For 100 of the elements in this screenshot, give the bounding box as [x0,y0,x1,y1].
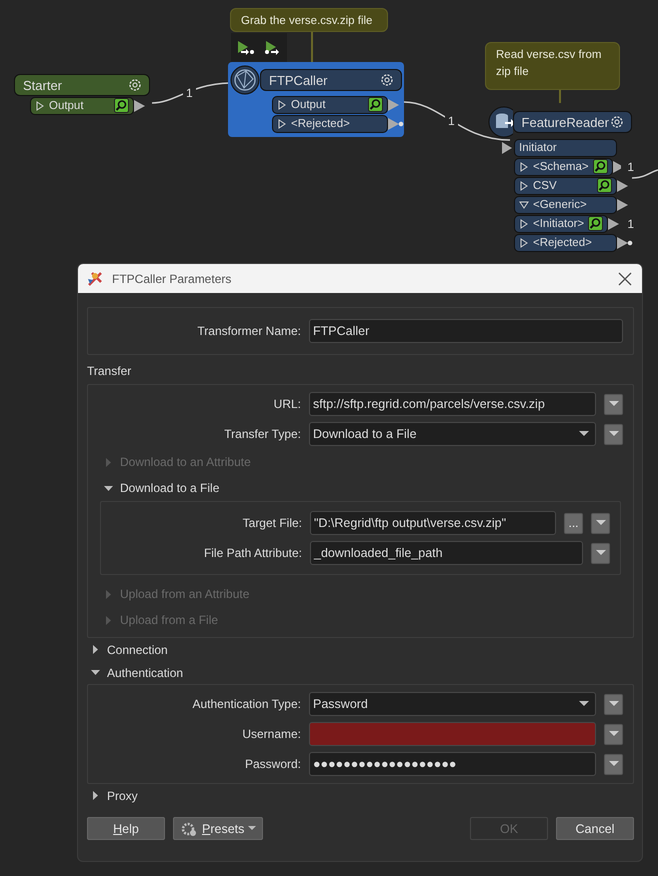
app-icon [86,270,104,288]
parameter-menu-button[interactable] [591,512,610,534]
field-label: Transformer Name: [196,324,301,338]
input-port[interactable]: Initiator [514,138,617,156]
output-port[interactable]: CSV [514,176,617,194]
collapsed-triangle-icon [104,616,113,624]
collapsed-triangle-icon[interactable] [35,100,45,110]
field-label: URL: [272,397,301,411]
field-label: File Path Attribute: [202,546,302,560]
run-to-icon[interactable] [235,40,255,56]
field-label: Target File: [242,516,302,530]
collapsed-triangle-icon[interactable] [519,218,529,228]
port-label: <Rejected> [533,236,593,248]
section-toggle[interactable]: Connection [87,638,634,661]
output-port[interactable]: <Rejected> [272,114,388,132]
output-port[interactable]: <Schema> [514,158,613,176]
port-label: <Generic> [533,198,588,210]
output-port[interactable]: <Initiator> [514,214,608,232]
close-icon[interactable] [618,272,632,286]
output-port[interactable]: <Generic> [514,196,617,214]
dropdown[interactable]: Download to a File [309,422,596,446]
port-label: <Rejected> [291,118,351,130]
section-toggle[interactable]: Download to a File [88,475,633,501]
caret-icon [579,431,589,437]
caret-icon [608,761,618,767]
output-arrow-icon [608,218,622,230]
node-header[interactable]: FTPCaller [260,69,402,91]
node-title: Starter [23,78,62,92]
collapsed-triangle-icon[interactable] [519,238,529,248]
annotation[interactable]: Grab the verse.csv.zip file [230,8,388,32]
parameter-menu-button[interactable] [604,754,623,774]
node-title: FTPCaller [269,72,328,88]
caret-icon [608,731,618,737]
input-field[interactable]: ●●●●●●●●●●●●●●●●●●● [309,752,596,776]
collapsed-triangle-icon [91,791,100,800]
connection-line [632,169,658,179]
field-label: Transfer Type: [223,427,301,441]
feature-count: 1 [627,160,634,174]
output-port[interactable]: <Rejected> [514,234,617,252]
dialog-button[interactable]: Cancel [556,817,634,840]
node-header[interactable]: Starter [14,74,150,96]
input-field[interactable]: "D:\Regrid\ftp output\verse.csv.zip" [310,511,556,535]
caret-icon [248,826,256,831]
output-port[interactable]: Output [30,96,134,114]
dialog-button[interactable]: Help [87,817,165,840]
field-label: Username: [241,727,301,741]
output-port[interactable]: Output [272,96,388,114]
input-arrow-icon [502,142,512,154]
section-toggle[interactable]: Proxy [87,784,634,807]
inspect-icon[interactable] [114,98,129,113]
caret-icon [596,550,606,556]
settings-icon[interactable] [127,77,143,93]
settings-icon[interactable] [609,114,625,130]
collapsed-triangle-icon[interactable] [277,118,287,128]
caret-icon [608,701,618,707]
input-field[interactable]: sftp://sftp.regrid.com/parcels/verse.csv.zip [309,392,596,416]
collapsed-triangle-icon[interactable] [277,100,287,110]
caret-icon [596,520,606,526]
inspect-icon[interactable] [588,216,604,231]
port-label: Initiator [519,142,558,154]
browse-button[interactable]: ... [564,512,583,534]
parameter-menu-button[interactable] [604,394,623,414]
parameter-menu-button[interactable] [604,724,623,744]
parameter-menu-button[interactable] [591,542,610,564]
port-label: Output [49,100,85,112]
settings-icon[interactable] [379,72,395,88]
parameter-menu-button[interactable] [604,424,623,444]
rejected-end-icon [617,236,633,248]
dropdown[interactable]: Password [309,692,596,716]
collapsed-triangle-icon[interactable] [519,162,529,172]
feature-count: 1 [627,216,634,230]
port-label: CSV [533,180,558,192]
inspect-icon[interactable] [368,97,383,112]
port-label: <Initiator> [533,218,584,230]
port-label: Output [291,98,327,110]
group-label: Transfer [87,364,132,380]
name-field[interactable]: FTPCaller [309,319,623,343]
collapsed-triangle-icon [104,590,113,598]
collapsed-triangle-icon[interactable] [519,180,529,190]
parameter-menu-button[interactable] [604,694,623,714]
feature-count: 1 [445,114,458,128]
field-label: Authentication Type: [191,697,301,711]
expanded-triangle-icon [91,668,100,677]
globe-icon [230,65,260,95]
inspect-icon[interactable] [597,178,612,193]
dialog-button[interactable]: Presets [173,817,264,840]
caret-icon [579,701,589,707]
dialog-title: FTPCaller Parameters [112,272,232,286]
expanded-triangle-icon [104,484,113,492]
feature-count: 1 [183,86,196,100]
expanded-triangle-icon[interactable] [519,200,529,210]
annotation[interactable]: Read verse.csv from zip file [485,42,620,90]
section-toggle[interactable]: Authentication [87,661,634,684]
leader-line [311,32,313,62]
inspect-icon[interactable] [592,159,608,174]
output-arrow-icon [612,160,622,172]
input-field[interactable] [309,722,596,746]
collapsed-triangle-icon [104,458,113,466]
rejected-end-icon [388,118,404,130]
input-field[interactable]: _downloaded_file_path [310,541,583,565]
